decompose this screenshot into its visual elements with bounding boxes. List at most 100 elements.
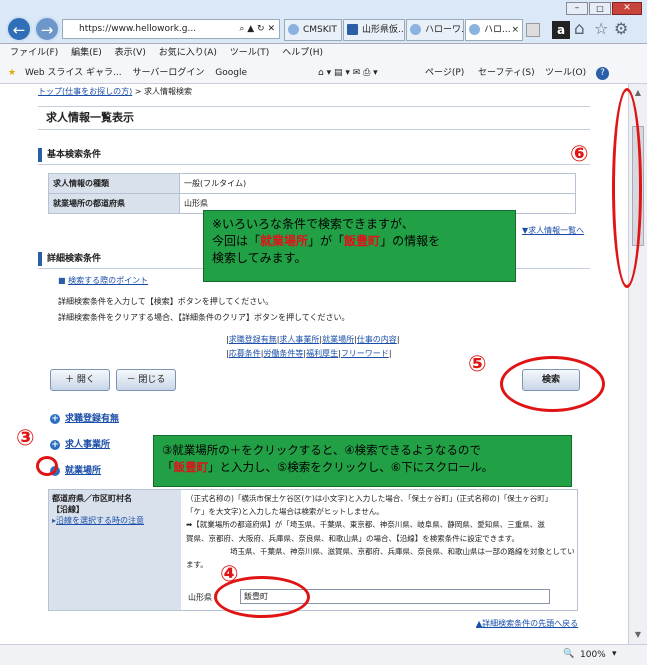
note-text: 」が「 (308, 234, 345, 248)
jump-link[interactable]: 福利厚生 (306, 349, 338, 358)
toolbar-page[interactable]: ページ(P) (425, 62, 464, 84)
step-3-marker: ③ (16, 426, 35, 451)
menu-edit[interactable]: 編集(E) (71, 48, 102, 58)
open-all-button[interactable]: ＋ 開く (50, 369, 110, 391)
browser-titlebar: ← → https://www.hellowork.g... ⌕ ▲ ↻ ✕ C… (0, 0, 647, 44)
favorites-star-icon[interactable]: ★ (8, 68, 16, 78)
tab-icon (288, 24, 299, 35)
menu-favorites[interactable]: お気に入り(A) (159, 48, 217, 58)
status-bar: 🔍 100% ▾ (0, 644, 647, 665)
job-list-link[interactable]: ▼求人情報一覧へ (522, 225, 584, 236)
back-to-top-link[interactable]: ▲詳細検索条件の先頭へ戻る (476, 618, 578, 629)
note-text: 」の情報を (380, 234, 441, 248)
plus-icon: + (50, 414, 60, 424)
step-5-circle (500, 356, 605, 412)
annotation-note-1: ※いろいろな条件で検索できますが、 今回は「就業場所」が「飯豊町」の情報を 検索… (203, 210, 516, 282)
note-line: ③就業場所の＋をクリックすると、④検索できるようなるので (162, 443, 481, 457)
section-label[interactable]: 求人事業所 (65, 440, 110, 450)
help-icon[interactable]: ? (596, 67, 609, 80)
jump-link[interactable]: フリーワード (341, 349, 389, 358)
note-line: 「飯豊町」と入力し、⑤検索をクリックし、⑥下にスクロール。 (162, 459, 563, 476)
amazon-icon[interactable]: a (552, 21, 570, 39)
pref-prefix: 山形県 (188, 593, 212, 602)
note-text: 今回は「 (212, 234, 261, 248)
breadcrumb-current: > 求人情報検索 (134, 87, 193, 96)
back-icon[interactable]: ← (6, 16, 32, 42)
tab-icon (347, 24, 358, 35)
menu-view[interactable]: 表示(V) (115, 48, 146, 58)
maximize-button[interactable]: □ (589, 2, 611, 15)
fav-google[interactable]: Google (215, 68, 247, 78)
note-line: ※いろいろな条件で検索できますが、 (212, 217, 414, 231)
instruction-text: 詳細検索条件をクリアする場合、【詳細条件のクリア】ボタンを押してください。 (58, 313, 350, 322)
new-tab-icon[interactable] (526, 23, 540, 37)
jump-link[interactable]: 応募条件 (229, 349, 261, 358)
minimize-button[interactable]: – (566, 2, 588, 15)
menu-bar: ファイル(F) 編集(E) 表示(V) お気に入り(A) ツール(T) ヘルプ(… (0, 44, 647, 62)
address-bar[interactable]: https://www.hellowork.g... ⌕ ▲ ↻ ✕ (62, 19, 280, 39)
section-job-registration[interactable]: + 求職登録有無 (50, 411, 119, 424)
window-close-button[interactable]: ✕ (612, 2, 642, 15)
step-6-marker: ⑥ (570, 142, 589, 167)
jump-links-row-1: |求職登録有無|求人事業所|就業場所|仕事の内容| (226, 335, 400, 344)
basic-conditions-table: 求人情報の種類 一般(フルタイム) 就業場所の都道府県 山形県 (48, 173, 576, 214)
condition-label: 求人情報の種類 (48, 173, 180, 194)
favorites-star-icon[interactable]: ☆ (594, 19, 608, 38)
url-text: https://www.hellowork.g... (79, 24, 197, 34)
section-label[interactable]: 求職登録有無 (65, 414, 119, 424)
close-all-button[interactable]: － 閉じる (116, 369, 176, 391)
close-tab-icon[interactable]: × (511, 20, 519, 40)
divider (38, 164, 590, 165)
menu-tools[interactable]: ツール(T) (230, 48, 270, 58)
condition-value: 一般(フルタイム) (179, 173, 576, 194)
page-viewport: トップ(仕事をお探しの方) > 求人情報検索 求人情報一覧表示 基本検索条件 求… (0, 84, 628, 644)
zoom-level[interactable]: 100% (580, 650, 606, 660)
tab-cmskit[interactable]: CMSKIT (284, 19, 342, 41)
note-text: 「 (162, 460, 174, 474)
home-icon[interactable]: ⌂ (574, 19, 585, 39)
search-refresh-icons[interactable]: ⌕ ▲ ↻ ✕ (239, 20, 275, 38)
search-tips-link[interactable]: 検索する際のポイント (68, 276, 148, 285)
help-line: 「ケ」を大文字)と入力した場合は検索がヒットしません。 (186, 507, 384, 517)
condition-label: 就業場所の都道府県 (48, 193, 180, 214)
fav-web-slice[interactable]: Web スライス ギャラ... (25, 68, 122, 78)
breadcrumb-top-link[interactable]: トップ(仕事をお探しの方) (38, 87, 132, 96)
work-location-label-cell: 都道府県／市区町村名 【沿線】 ▸沿線を選択する時の注意 (49, 490, 181, 610)
breadcrumb: トップ(仕事をお探しの方) > 求人情報検索 (38, 86, 590, 97)
section-label[interactable]: 就業場所 (65, 466, 101, 476)
plus-icon: + (50, 440, 60, 450)
tips-link-row: ■ 検索する際のポイント (58, 275, 148, 286)
jump-link[interactable]: 就業場所 (322, 335, 354, 344)
annotation-note-2: ③就業場所の＋をクリックすると、④検索できるようなるので 「飯豊町」と入力し、⑤… (153, 435, 572, 487)
toolbar-safety[interactable]: セーフティ(S) (478, 62, 535, 84)
tab-hellowork-active[interactable]: ハロ... × (465, 19, 523, 41)
gear-icon[interactable]: ⚙ (614, 19, 628, 38)
tab-label: ハロ... (484, 25, 511, 35)
jump-link[interactable]: 求職登録有無 (229, 335, 277, 344)
toolbar-icons[interactable]: ⌂ ▾ ▤ ▾ ✉ ⎙ ▾ (318, 62, 378, 84)
jump-link[interactable]: 求人事業所 (279, 335, 319, 344)
menu-help[interactable]: ヘルプ(H) (282, 48, 323, 58)
forward-icon[interactable]: → (34, 16, 60, 42)
jump-link[interactable]: 労働条件等 (263, 349, 303, 358)
fav-server-login[interactable]: サーバーログイン (132, 68, 204, 78)
help-line: （正式名称の)「横浜市保土ケ谷区(ケ)は小文字)と入力した場合、「保土ヶ谷町」(… (186, 494, 553, 503)
basic-section-heading: 基本検索条件 (38, 148, 590, 162)
menu-file[interactable]: ファイル(F) (10, 48, 58, 58)
favorites-bar: ★ Web スライス ギャラ... サーバーログイン Google ⌂ ▾ ▤ … (0, 62, 647, 84)
section-employer[interactable]: + 求人事業所 (50, 437, 110, 450)
tab-label: CMSKIT (303, 25, 337, 35)
route-note-link[interactable]: 沿線を選択する時の注意 (56, 516, 144, 525)
tab-hellowork-1[interactable]: ハローワ... (406, 19, 464, 41)
step-3-circle (36, 456, 58, 476)
step-4-circle (214, 576, 310, 618)
tab-yamagata[interactable]: 山形県仮... (343, 19, 405, 41)
chevron-down-icon[interactable]: ▾ (612, 649, 617, 659)
toolbar-tools[interactable]: ツール(O) (545, 62, 586, 84)
jump-link[interactable]: 仕事の内容 (357, 335, 397, 344)
help-line: 賀県、京都府、大阪府、兵庫県、奈良県、和歌山県」の場合、【沿線】を検索条件に設定… (186, 533, 519, 543)
instruction-text: 詳細検索条件を入力して【検索】ボタンを押してください。 (58, 297, 274, 306)
jump-links-row-2: |応募条件|労働条件等|福利厚生|フリーワード| (226, 349, 392, 358)
scroll-down-icon[interactable]: ▼ (631, 630, 645, 640)
zoom-icon[interactable]: 🔍 (563, 649, 574, 659)
